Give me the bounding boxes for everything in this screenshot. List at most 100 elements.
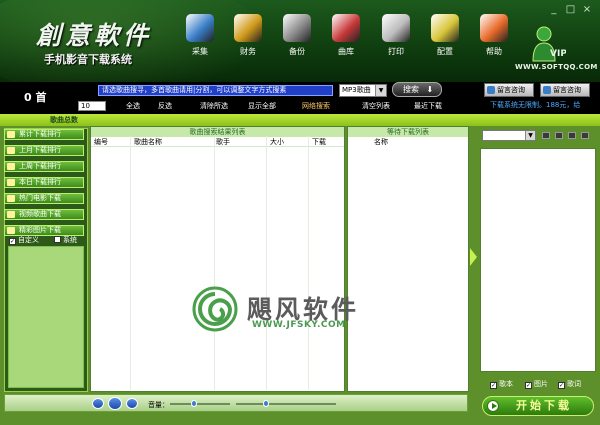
feedback-button-2[interactable]: 留言咨询: [540, 83, 590, 97]
help-icon: [480, 14, 508, 42]
feedback-button-1[interactable]: 留言咨询: [484, 83, 534, 97]
sidebar-item-2[interactable]: 上月下载排行: [4, 145, 84, 156]
tool-square-2[interactable]: [555, 132, 563, 139]
sidebar-filter-2[interactable]: 系统: [54, 235, 77, 245]
sidebar-item-5[interactable]: 热门电影下载: [4, 193, 84, 204]
toolbar-button-7[interactable]: 帮助: [474, 14, 514, 64]
download-option-2[interactable]: ✓ 图片: [525, 379, 548, 389]
calendar-icon: [7, 163, 15, 170]
toolbar-label: 备份: [289, 47, 305, 56]
search-button-label: 搜索: [403, 85, 419, 94]
progress-slider[interactable]: [263, 400, 269, 407]
watermark-url: WWW.JFSKY.COM: [252, 320, 346, 330]
checkbox-label: 自定义: [18, 236, 39, 244]
queue-table[interactable]: 等待下载列表 名称: [347, 126, 469, 392]
sidebar-item-label: 热门电影下载: [19, 194, 61, 202]
expand-arrow-icon[interactable]: [470, 248, 477, 266]
start-download-label: 开始下载: [516, 399, 572, 412]
column-divider: [214, 136, 215, 390]
results-column-3[interactable]: 歌手: [216, 137, 230, 147]
download-option-3[interactable]: ✓ 歌词: [558, 379, 581, 389]
search-action-2[interactable]: 反选: [158, 101, 172, 111]
previous-button[interactable]: [92, 398, 104, 409]
chart-icon: [7, 131, 15, 138]
next-button[interactable]: [126, 398, 138, 409]
search-action-7[interactable]: 最近下载: [414, 101, 442, 111]
sidebar-filter-1[interactable]: ✓ 自定义: [9, 235, 39, 245]
close-button[interactable]: ×: [580, 4, 594, 16]
volume-label: 音量：: [148, 401, 169, 409]
collect-icon: [186, 14, 214, 42]
toolbar-label: 配置: [437, 47, 453, 56]
search-type-select[interactable]: MP3歌曲 ▼: [339, 84, 387, 97]
tool-square-1[interactable]: [542, 132, 550, 139]
window-controls: _ □ ×: [547, 4, 594, 16]
play-icon: [487, 400, 499, 412]
search-input[interactable]: 请选歌曲搜寻，多首歌曲请用|分割，可以调整文字方式搜素: [98, 85, 333, 96]
sidebar-item-4[interactable]: 本日下载排行: [4, 177, 84, 188]
sidebar-item-label: 上周下载排行: [19, 162, 61, 170]
sidebar-item-label: 上月下载排行: [19, 146, 61, 154]
search-action-6[interactable]: 清空列表: [362, 101, 390, 111]
results-column-5[interactable]: 下载: [312, 137, 326, 147]
sidebar-item-6[interactable]: 视频歌曲下载: [4, 209, 84, 220]
library-icon: [332, 14, 360, 42]
arrow-down-icon: ⬇: [426, 85, 434, 94]
page-size-input[interactable]: 10: [78, 101, 106, 111]
sidebar-item-3[interactable]: 上周下载排行: [4, 161, 84, 172]
chevron-down-icon[interactable]: ▼: [375, 85, 386, 96]
checkbox[interactable]: ✓: [558, 382, 565, 389]
finance-icon: [234, 14, 262, 42]
printer-icon: [382, 14, 410, 42]
play-button[interactable]: [108, 397, 122, 410]
toolbar-button-6[interactable]: 配置: [425, 14, 465, 64]
progress-track[interactable]: [236, 403, 336, 405]
custom-list[interactable]: [8, 246, 84, 388]
search-action-5[interactable]: 网络搜索: [302, 101, 330, 111]
tab-song-total[interactable]: 歌曲总数: [50, 115, 78, 125]
feedback-label-2: 留言咨询: [553, 86, 581, 94]
toolbar-button-5[interactable]: 打印: [376, 14, 416, 64]
right-select[interactable]: ▼: [482, 130, 536, 141]
preview-panel: [480, 148, 596, 372]
status-text: 下载系统无限制。188元，给: [490, 101, 581, 109]
start-download-button[interactable]: 开始下载: [482, 396, 594, 416]
song-count: 0 首: [24, 91, 47, 104]
toolbar-button-4[interactable]: 曲库: [326, 14, 366, 64]
checkbox[interactable]: ✓: [525, 382, 532, 389]
site-url: WWW.SOFTQQ.COM: [515, 63, 598, 71]
search-button[interactable]: 搜索 ⬇: [392, 82, 442, 97]
results-column-4[interactable]: 大小: [270, 137, 284, 147]
checkbox[interactable]: ✓: [9, 238, 16, 245]
vip-user-icon: VIP: [532, 26, 566, 62]
tool-square-3[interactable]: [568, 132, 576, 139]
search-action-4[interactable]: 显示全部: [248, 101, 276, 111]
toolbar-label: 打印: [388, 47, 404, 56]
search-action-1[interactable]: 全选: [126, 101, 140, 111]
minimize-button[interactable]: _: [547, 4, 561, 16]
toolbar-label: 财务: [240, 47, 256, 56]
queue-column-name[interactable]: 名称: [374, 137, 388, 147]
sidebar-item-1[interactable]: 累计下载排行: [4, 129, 84, 140]
checkbox[interactable]: ✓: [490, 382, 497, 389]
checkbox[interactable]: [54, 236, 61, 243]
vip-label: VIP: [550, 49, 566, 59]
maximize-button[interactable]: □: [563, 4, 577, 16]
volume-track[interactable]: [170, 403, 230, 405]
calendar-icon: [7, 147, 15, 154]
results-column-2[interactable]: 歌曲名称: [134, 137, 162, 147]
toolbar-button-1[interactable]: 采集: [180, 14, 220, 64]
search-type-value: MP3歌曲: [342, 86, 371, 94]
chevron-down-icon[interactable]: ▼: [525, 131, 535, 140]
toolbar-label: 采集: [192, 47, 208, 56]
download-option-1[interactable]: ✓ 歌本: [490, 379, 513, 389]
volume-slider[interactable]: [191, 400, 197, 407]
search-action-3[interactable]: 清除所选: [200, 101, 228, 111]
toolbar-button-2[interactable]: 财务: [228, 14, 268, 64]
sidebar-item-label: 视频歌曲下载: [19, 210, 61, 218]
results-column-1[interactable]: 编号: [94, 137, 108, 147]
results-table[interactable]: 歌曲搜索结果列表: [90, 126, 345, 392]
column-divider: [130, 136, 131, 390]
tool-square-4[interactable]: [581, 132, 589, 139]
toolbar-button-3[interactable]: 备份: [277, 14, 317, 64]
